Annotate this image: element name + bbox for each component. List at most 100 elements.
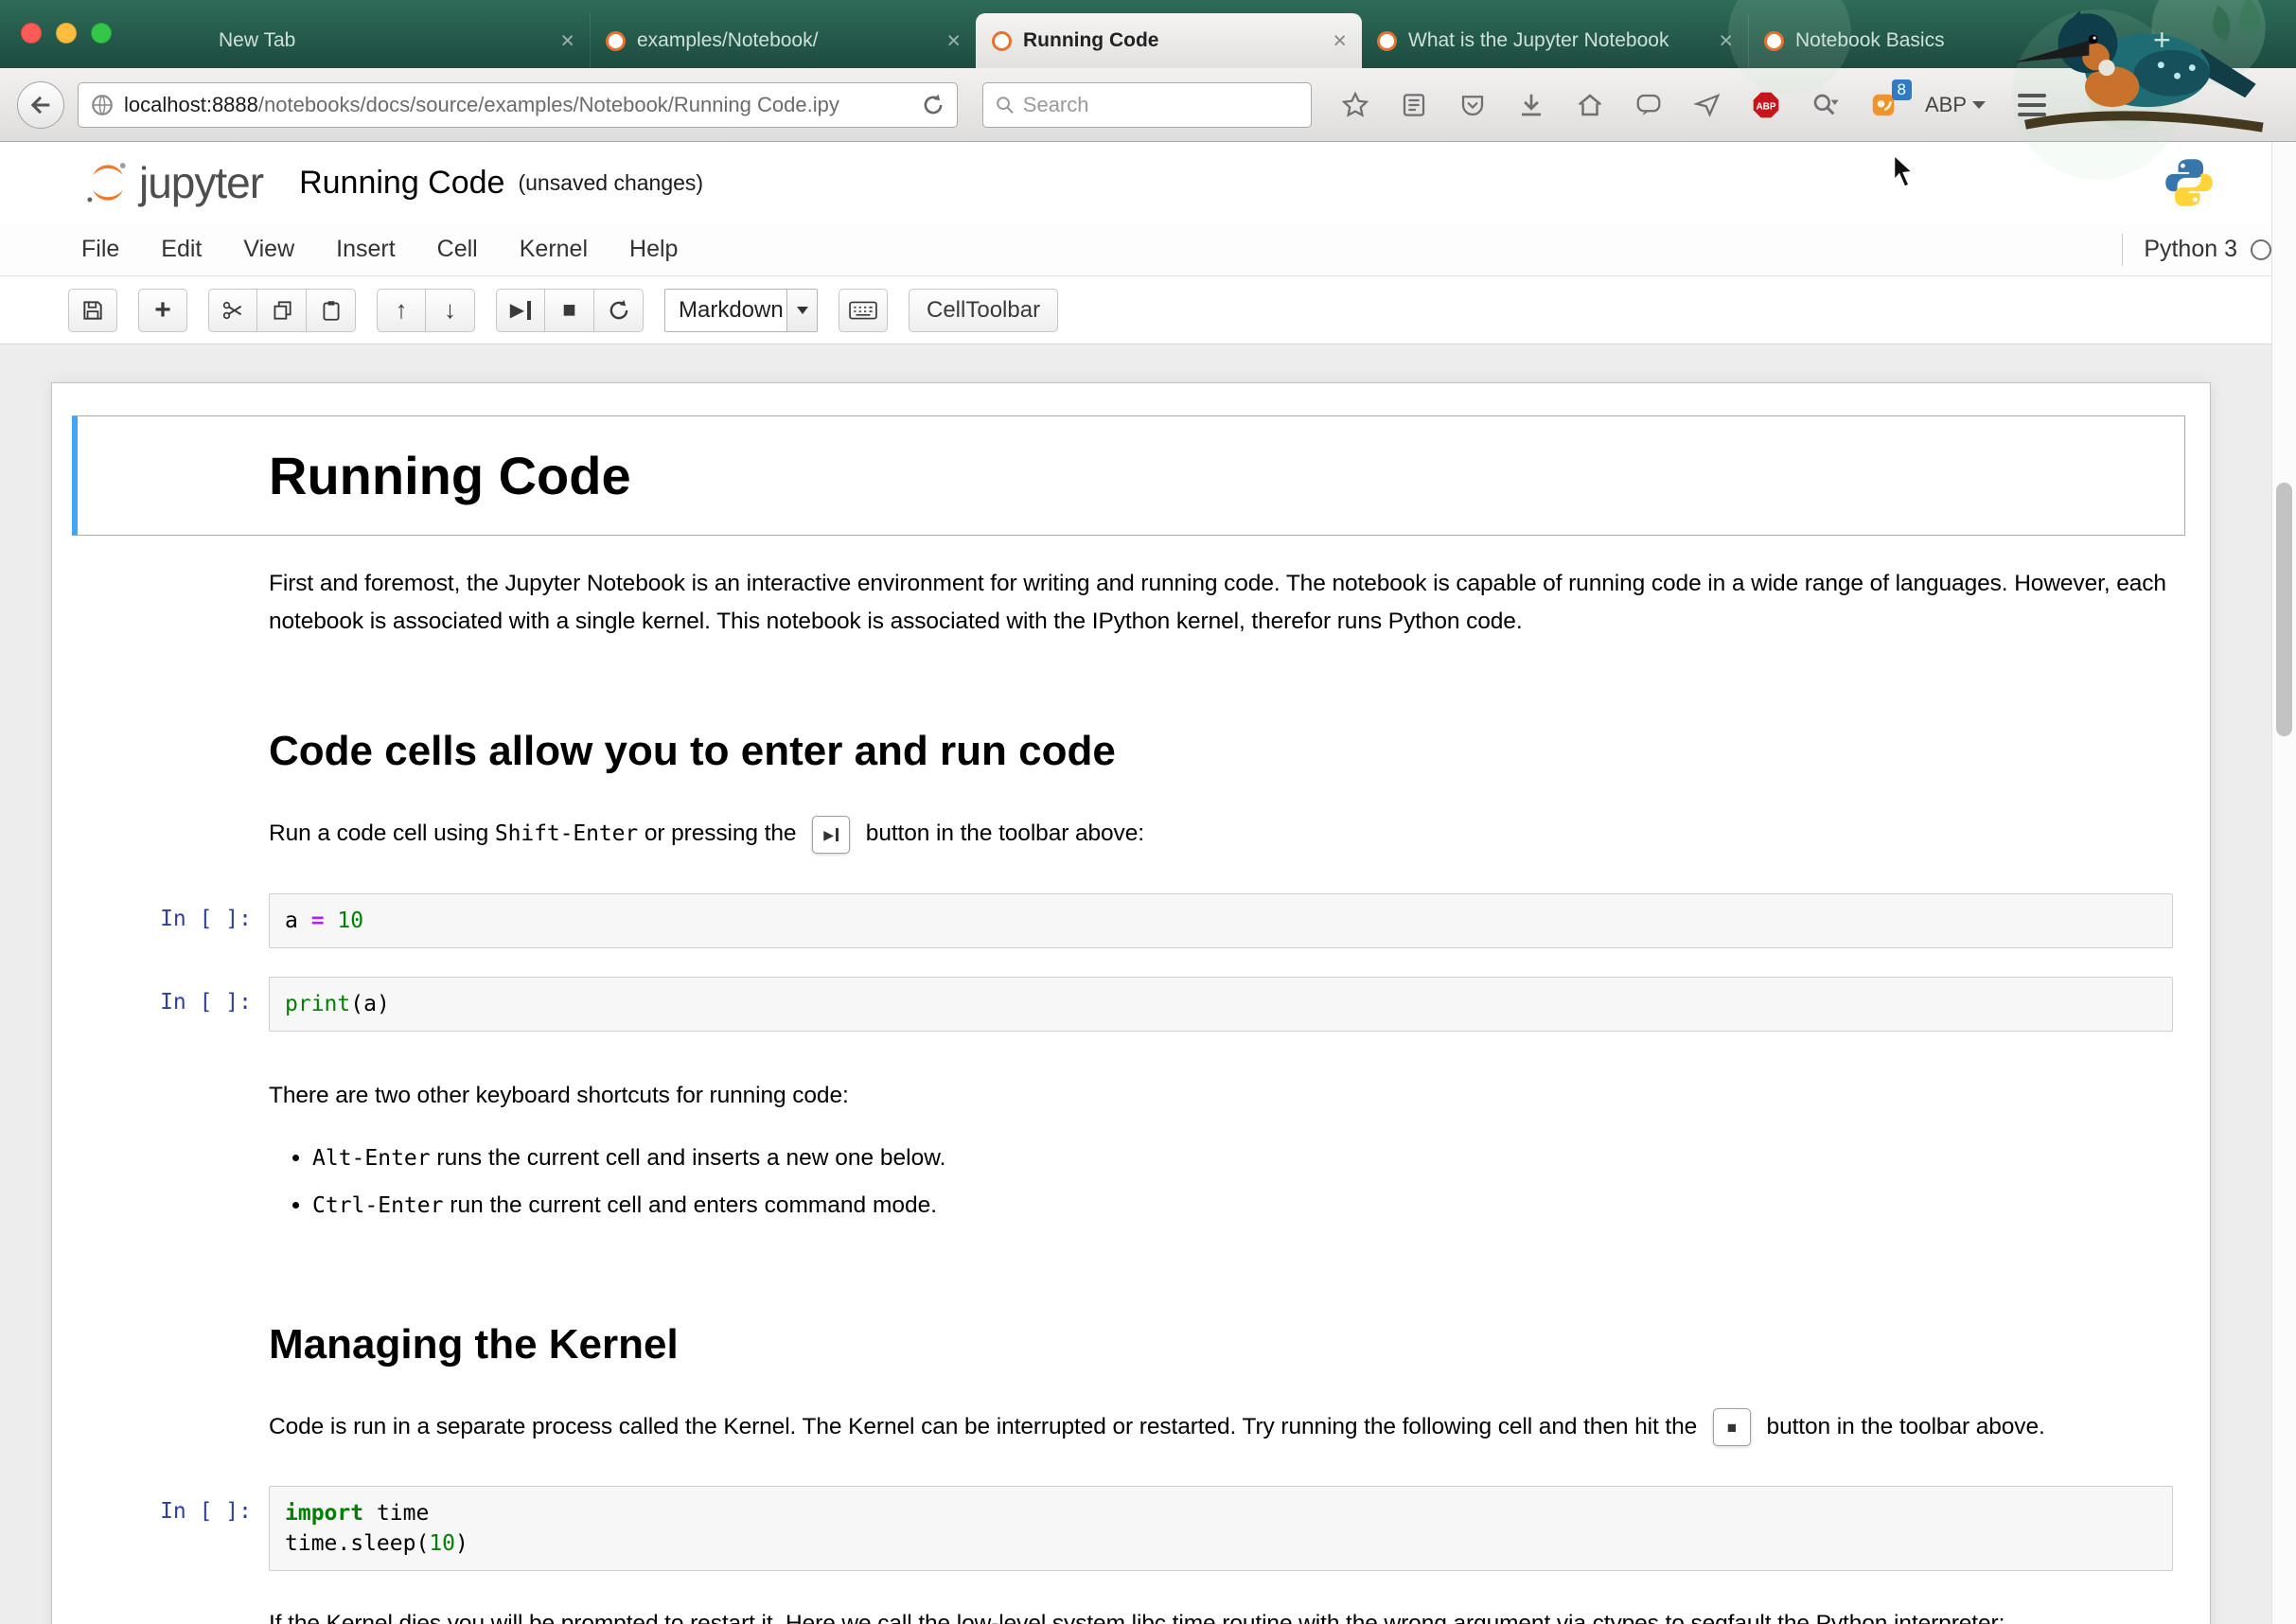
tab-new-tab[interactable]: New Tab × (203, 13, 590, 68)
bottom-paragraph: If the Kernel dies you will be prompted … (269, 1605, 2173, 1624)
tab-label: Running Code (1023, 29, 1321, 52)
menu-file[interactable]: File (81, 236, 119, 263)
code-input-area[interactable]: print(a) (269, 977, 2173, 1032)
svg-text:ABP: ABP (1756, 101, 1775, 112)
intro-paragraph: First and foremost, the Jupyter Notebook… (269, 565, 2173, 641)
select-arrow[interactable] (786, 290, 817, 331)
adblock-stop-icon[interactable]: ABP (1749, 88, 1783, 122)
tab-close-icon[interactable]: × (1333, 29, 1347, 53)
download-icon[interactable] (1514, 88, 1548, 122)
tab-label: Notebook Basics (1795, 29, 2093, 52)
section-heading-kernel: Managing the Kernel (269, 1321, 2173, 1368)
code-cell-a-equals-10[interactable]: In [ ]: a = 10 (77, 892, 2185, 949)
shortcuts-intro: There are two other keyboard shortcuts f… (269, 1077, 2173, 1115)
tab-close-icon[interactable]: × (1719, 29, 1733, 53)
markdown-cell-heading[interactable]: Running Code (72, 415, 2185, 536)
home-icon[interactable] (1573, 88, 1607, 122)
tab-strip: New Tab × examples/Notebook/ × Running C… (203, 13, 2134, 68)
notebook-title[interactable]: Running Code (299, 165, 504, 202)
pocket-icon[interactable] (1456, 88, 1490, 122)
menu-edit[interactable]: Edit (161, 236, 202, 263)
restart-kernel-button[interactable] (594, 289, 644, 332)
search-input[interactable] (1023, 93, 1299, 117)
scrollbar-thumb[interactable] (2276, 483, 2292, 736)
share-plane-icon[interactable] (1690, 88, 1724, 122)
back-button[interactable] (17, 81, 64, 129)
notebook-scroll-area[interactable]: Running Code First and foremost, the Jup… (0, 344, 2296, 1624)
python-logo-icon (2162, 155, 2217, 210)
move-cell-down-button[interactable]: ↓ (426, 289, 475, 332)
tab-close-icon[interactable]: × (560, 29, 574, 53)
zoom-window-button[interactable] (91, 23, 112, 44)
input-prompt: In [ ]: (78, 977, 269, 1032)
zoom-tool-icon[interactable] (1808, 88, 1842, 122)
interrupt-kernel-button[interactable]: ■ (545, 289, 594, 332)
abp-label: ABP (1925, 93, 1967, 117)
search-bar[interactable] (982, 82, 1312, 128)
jupyter-favicon-icon (992, 31, 1012, 51)
jupyter-logo-icon (82, 157, 133, 208)
menu-hamburger-button[interactable] (2018, 94, 2046, 116)
jupyter-favicon-icon (1377, 31, 1397, 51)
new-tab-button[interactable]: + (2153, 25, 2171, 55)
menu-insert[interactable]: Insert (336, 236, 396, 263)
markdown-cell-shortcut-list[interactable]: Alt-Enter runs the current cell and inse… (77, 1139, 2185, 1235)
search-icon (995, 94, 1016, 116)
paste-cells-button[interactable] (307, 289, 356, 332)
save-button[interactable] (68, 289, 117, 332)
menu-kernel[interactable]: Kernel (520, 236, 588, 263)
markdown-cell-intro[interactable]: First and foremost, the Jupyter Notebook… (77, 564, 2185, 642)
cut-icon (221, 298, 245, 323)
markdown-cell-bottom[interactable]: If the Kernel dies you will be prompted … (77, 1604, 2185, 1624)
tab-close-icon[interactable]: × (946, 29, 961, 53)
tab-examples-notebook[interactable]: examples/Notebook/ × (590, 13, 976, 68)
hello-chat-icon[interactable] (1632, 88, 1666, 122)
code-cell-print-a[interactable]: In [ ]: print(a) (77, 976, 2185, 1033)
cell-type-select[interactable]: Markdown (664, 289, 818, 332)
site-identity-globe-icon (90, 93, 115, 117)
menu-cell[interactable]: Cell (437, 236, 478, 263)
close-window-button[interactable] (21, 23, 42, 44)
code-input-area[interactable]: a = 10 (269, 893, 2173, 948)
tab-running-code[interactable]: Running Code × (976, 13, 1362, 68)
tab-what-is-jupyter[interactable]: What is the Jupyter Notebook × (1362, 13, 1748, 68)
command-palette-button[interactable] (839, 289, 888, 332)
divider (2122, 234, 2123, 266)
run-cell-button[interactable]: ▶ (496, 289, 545, 332)
kernel-idle-indicator-icon (2251, 239, 2271, 260)
step-forward-bar (527, 301, 531, 320)
copy-cells-button[interactable] (257, 289, 307, 332)
extension-icon[interactable]: 8 (1866, 88, 1900, 122)
menu-help[interactable]: Help (629, 236, 678, 263)
celltoolbar-button[interactable]: CellToolbar (909, 289, 1058, 332)
url-host: localhost:8888 (124, 93, 258, 116)
cut-cells-button[interactable] (208, 289, 257, 332)
markdown-cell-h2-code[interactable]: Code cells allow you to enter and run co… (77, 727, 2185, 776)
menu-view[interactable]: View (243, 236, 294, 263)
url-text[interactable]: localhost:8888/notebooks/docs/source/exa… (124, 93, 911, 117)
reload-icon[interactable] (921, 93, 945, 117)
code-cell-import-time[interactable]: In [ ]: import time time.sleep(10) (77, 1485, 2185, 1572)
url-bar[interactable]: localhost:8888/notebooks/docs/source/exa… (78, 82, 958, 128)
jupyter-logo[interactable]: jupyter (82, 157, 263, 208)
shift-enter-code: Shift-Enter (495, 821, 638, 846)
bookmarks-menu-icon[interactable] (1397, 88, 1431, 122)
minimize-window-button[interactable] (56, 23, 77, 44)
markdown-cell-run-instruction[interactable]: Run a code cell using Shift-Enter or pre… (77, 814, 2185, 855)
markdown-cell-kernel-para[interactable]: Code is run in a separate process called… (77, 1407, 2185, 1448)
insert-cell-button[interactable]: + (138, 289, 187, 332)
kernel-paragraph: Code is run in a separate process called… (269, 1408, 2173, 1447)
paste-icon (319, 298, 344, 323)
markdown-cell-shortcuts[interactable]: There are two other keyboard shortcuts f… (77, 1076, 2185, 1116)
move-cell-up-button[interactable]: ↑ (377, 289, 426, 332)
tab-close-icon[interactable]: × (2105, 29, 2119, 53)
list-item: Alt-Enter runs the current cell and inse… (312, 1139, 2173, 1177)
abp-menu-button[interactable]: ABP (1925, 93, 1986, 117)
markdown-cell-h2-kernel[interactable]: Managing the Kernel (77, 1320, 2185, 1369)
jupyter-favicon-icon (606, 31, 626, 51)
save-status: (unsaved changes) (518, 170, 703, 196)
scrollbar-track[interactable] (2271, 142, 2296, 1624)
code-input-area[interactable]: import time time.sleep(10) (269, 1486, 2173, 1571)
tab-notebook-basics[interactable]: Notebook Basics × (1748, 13, 2134, 68)
bookmark-star-icon[interactable] (1338, 88, 1372, 122)
